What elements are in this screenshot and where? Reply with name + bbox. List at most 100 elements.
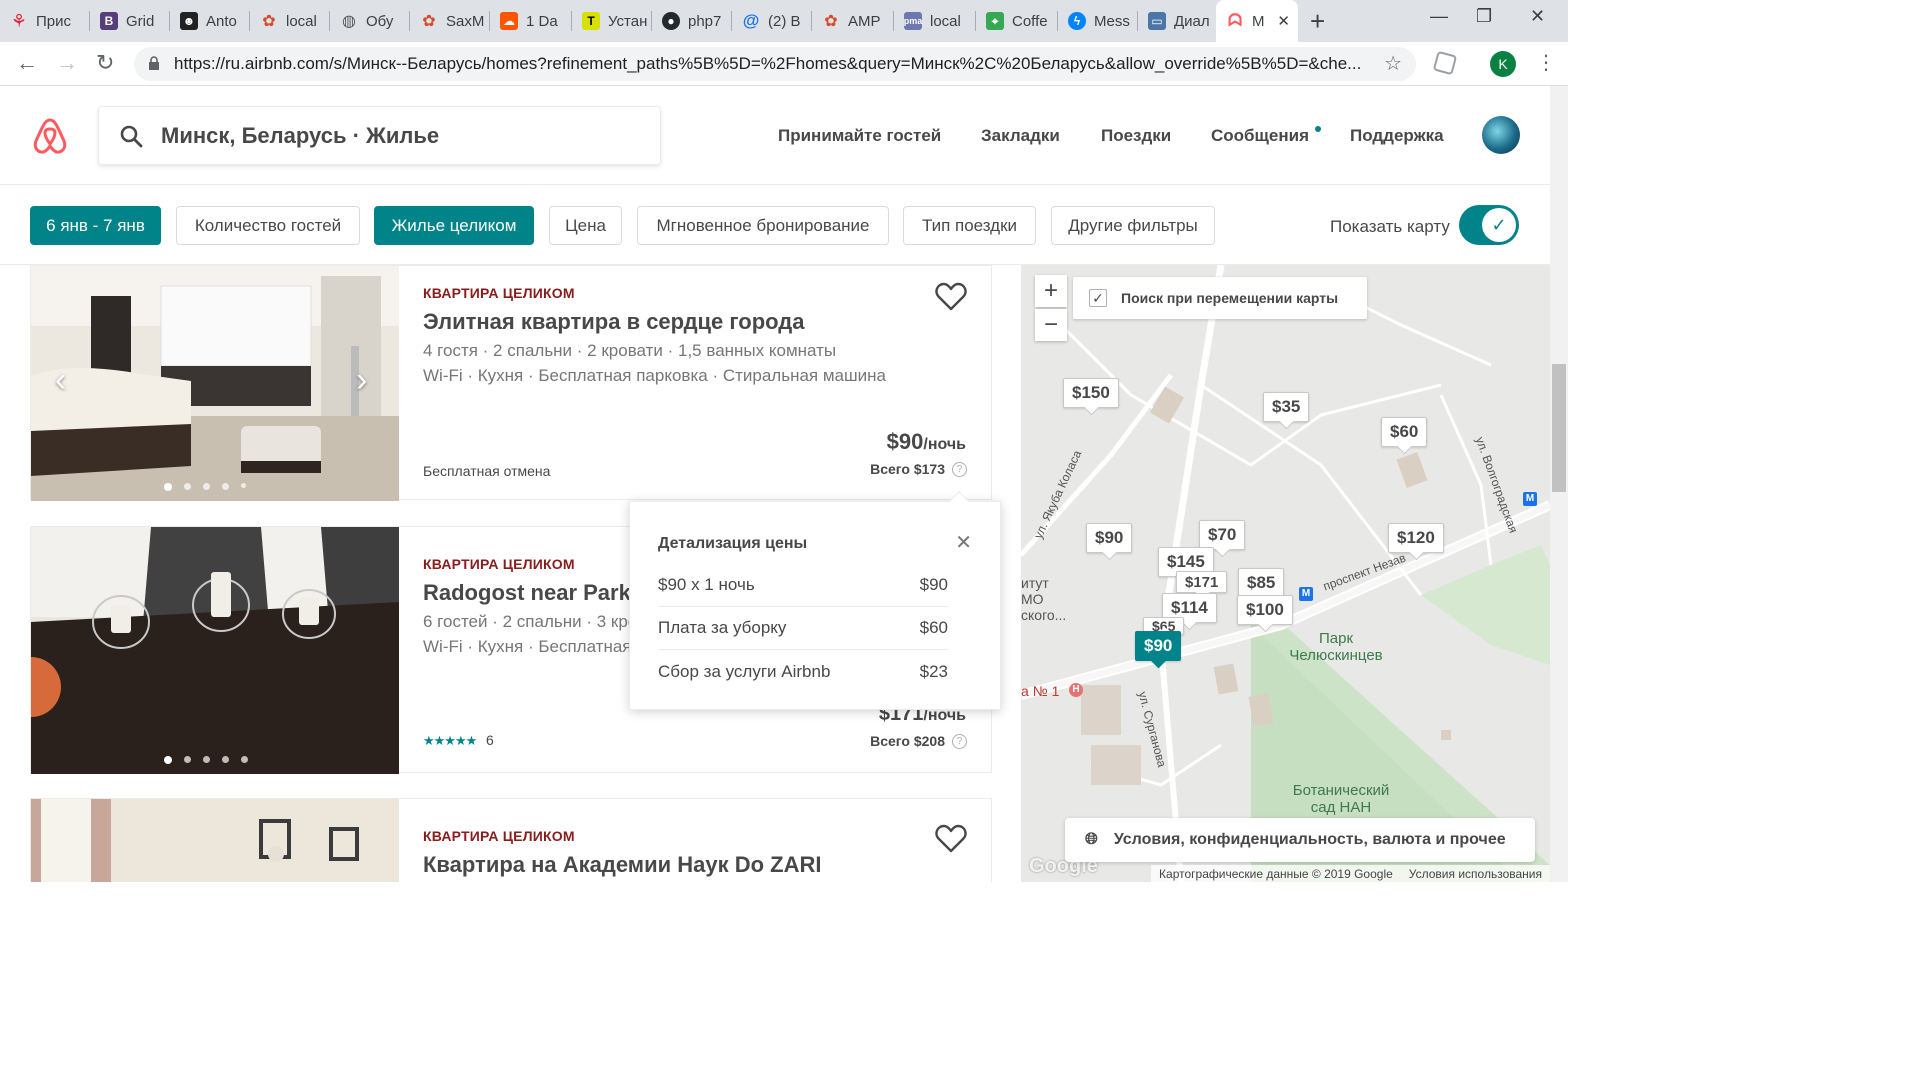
listing-total[interactable]: Всего $173 <box>870 461 945 477</box>
listing-type: КВАРТИРА ЦЕЛИКОМ <box>423 828 575 844</box>
browser-tab-active[interactable]: ᗣ М ✕ <box>1216 0 1298 42</box>
heart-icon[interactable] <box>935 823 967 853</box>
nav-host[interactable]: Принимайте гостей <box>778 126 941 146</box>
listing-type: КВАРТИРА ЦЕЛИКОМ <box>423 556 575 572</box>
filter-instant-book[interactable]: Мгновенное бронирование <box>637 206 889 245</box>
listing-card[interactable]: ‹ › КВАРТИРА ЦЕЛИКОМ Элитная квартира в … <box>30 265 992 501</box>
filter-dates[interactable]: 6 янв - 7 янв <box>30 206 161 245</box>
url-text: https://ru.airbnb.com/s/Минск--Беларусь/… <box>174 54 1362 73</box>
map-terms-label: Условия, конфиденциальность, валюта и пр… <box>1113 831 1506 848</box>
map-terms-link[interactable]: Условия использования <box>1409 867 1542 881</box>
checkbox-icon[interactable]: ✓ <box>1089 289 1107 307</box>
listing-card[interactable]: КВАРТИРА ЦЕЛИКОМ Квартира на Академии На… <box>30 798 992 882</box>
forward-icon[interactable]: → <box>56 50 78 76</box>
close-tab-icon[interactable]: ✕ <box>1277 12 1290 30</box>
address-bar[interactable]: https://ru.airbnb.com/s/Минск--Беларусь/… <box>134 47 1416 81</box>
back-icon[interactable]: ← <box>16 50 38 76</box>
filter-guests[interactable]: Количество гостей <box>176 206 360 245</box>
listing-title[interactable]: Radogost near Park <box>423 580 631 606</box>
price-pin[interactable]: $171 <box>1176 571 1228 593</box>
browser-tab[interactable]: ◍ Обу <box>330 0 410 42</box>
browser-tab[interactable]: pma local <box>894 0 976 42</box>
show-map-toggle[interactable]: ✓ <box>1459 205 1519 245</box>
help-icon[interactable]: ? <box>952 734 967 749</box>
zoom-out-button[interactable]: − <box>1035 309 1067 341</box>
browser-tabstrip: ⚘ Прис B Grid ☻ Anto ✿ local ◍ Обу ✿ SaxM ☁ 1 D… <box>0 0 1568 42</box>
close-window-icon[interactable]: ✕ <box>1530 6 1545 27</box>
new-tab-icon[interactable]: + <box>1310 6 1325 37</box>
restore-icon[interactable]: ❐ <box>1476 6 1492 27</box>
browser-tab[interactable]: ϟ Mess <box>1058 0 1138 42</box>
close-icon[interactable]: ✕ <box>955 530 972 555</box>
browser-tab[interactable]: ▭ Диал <box>1138 0 1216 42</box>
listing-title[interactable]: Квартира на Академии Наук Do ZARI <box>423 852 822 878</box>
airbnb-red-icon: ⚘ <box>10 10 28 31</box>
browser-tab[interactable]: ☁ 1 Da <box>490 0 572 42</box>
nav-trips[interactable]: Поездки <box>1101 126 1171 146</box>
listing-photo[interactable] <box>31 527 399 774</box>
nav-messages[interactable]: Сообщения <box>1211 126 1309 146</box>
profile-avatar[interactable]: K <box>1490 51 1516 77</box>
next-photo-icon[interactable]: › <box>356 361 367 400</box>
globe-icon: 🌐︎ <box>1085 831 1098 848</box>
reload-icon[interactable]: ↻ <box>96 50 114 76</box>
nav-saved[interactable]: Закладки <box>981 126 1060 146</box>
map-terms-button[interactable]: 🌐︎ Условия, конфиденциальность, валюта и… <box>1065 818 1535 862</box>
browser-tab[interactable]: T Устан <box>572 0 652 42</box>
browser-tab[interactable]: ✿ AMP <box>812 0 894 42</box>
bookmark-star-icon[interactable]: ☆ <box>1384 51 1402 76</box>
zoom-in-button[interactable]: + <box>1035 275 1067 307</box>
browser-tab[interactable]: ⚘ Прис <box>0 0 90 42</box>
price-pin[interactable]: $35 <box>1263 392 1310 422</box>
map-footer: Картографические данные © 2019 Google Ус… <box>1151 865 1550 882</box>
price-pin[interactable]: $90 <box>1086 523 1133 553</box>
browser-tab[interactable]: ✿ local <box>250 0 330 42</box>
browser-tab[interactable]: ✿ SaxM <box>410 0 490 42</box>
browser-tab[interactable]: ● php7 <box>652 0 732 42</box>
browser-menu-icon[interactable]: ⋮ <box>1536 50 1556 75</box>
price-pin[interactable]: $120 <box>1388 523 1444 553</box>
price-pin[interactable]: $85 <box>1238 568 1285 598</box>
profile-icon: ☻ <box>180 12 198 30</box>
mail-at-icon: @ <box>742 11 760 30</box>
search-query: Минск, Беларусь · Жилье <box>161 122 440 148</box>
listing-photo[interactable] <box>31 799 399 882</box>
map-copyright: Картографические данные © 2019 Google <box>1159 866 1393 881</box>
browser-tab[interactable]: B Grid <box>90 0 170 42</box>
price-pin[interactable]: $70 <box>1199 520 1246 550</box>
browser-tab[interactable]: @ (2) В <box>732 0 812 42</box>
site-header: Минск, Беларусь · Жилье Принимайте госте… <box>0 86 1550 185</box>
filter-entire-home[interactable]: Жилье целиком <box>374 206 534 245</box>
filter-more[interactable]: Другие фильтры <box>1051 206 1215 245</box>
listing-total[interactable]: Всего $208 <box>870 733 945 749</box>
extension-icon[interactable] <box>1432 50 1458 76</box>
browser-tab[interactable]: ☻ Anto <box>170 0 250 42</box>
map-panel[interactable]: + − ✓ Поиск при перемещении карты ул. Як… <box>1021 265 1550 882</box>
tf-icon: T <box>582 12 600 30</box>
price-pin[interactable]: $100 <box>1237 595 1293 625</box>
github-icon: ● <box>662 12 680 30</box>
help-icon[interactable]: ? <box>952 462 967 477</box>
price-pin[interactable]: $150 <box>1063 378 1119 408</box>
listing-details: 4 гостя · 2 спальни · 2 кровати · 1,5 ва… <box>423 341 837 360</box>
airbnb-logo-icon[interactable] <box>32 117 68 155</box>
photo-dots <box>164 756 248 764</box>
candles-table-photo <box>31 527 399 774</box>
heart-icon[interactable] <box>935 281 967 311</box>
filter-trip-type[interactable]: Тип поездки <box>903 206 1036 245</box>
search-box[interactable]: Минск, Беларусь · Жилье <box>98 106 661 165</box>
filter-bar: 6 янв - 7 янв Количество гостей Жилье це… <box>0 185 1550 265</box>
nav-help[interactable]: Поддержка <box>1350 126 1444 146</box>
minimize-icon[interactable]: — <box>1430 6 1448 27</box>
prev-photo-icon[interactable]: ‹ <box>55 361 66 400</box>
browser-tab[interactable]: ⌖ Coffe <box>976 0 1058 42</box>
price-pin[interactable]: $60 <box>1381 417 1428 447</box>
page-scrollbar[interactable] <box>1550 86 1568 882</box>
scrollbar-thumb[interactable] <box>1552 364 1566 492</box>
price-pin-selected[interactable]: $90 <box>1135 631 1182 661</box>
user-avatar[interactable] <box>1482 116 1520 154</box>
listing-title[interactable]: Элитная квартира в сердце города <box>423 309 805 335</box>
listing-photo[interactable]: ‹ › <box>31 266 399 501</box>
filter-price[interactable]: Цена <box>549 206 622 245</box>
search-on-move[interactable]: ✓ Поиск при перемещении карты <box>1073 277 1367 319</box>
